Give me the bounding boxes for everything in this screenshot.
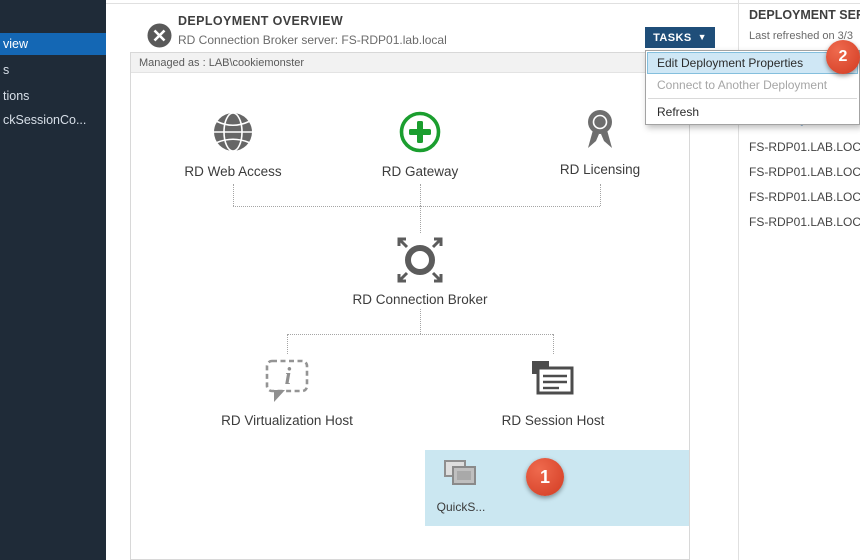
- page-subtitle: RD Connection Broker server: FS-RDP01.la…: [178, 33, 447, 47]
- broker-arrows-icon: [330, 233, 510, 287]
- overview-circle-x-icon: [146, 22, 173, 49]
- menu-item-refresh[interactable]: Refresh: [647, 101, 858, 123]
- sidebar-item-servers[interactable]: s: [0, 60, 106, 80]
- session-host-server-icon: [463, 354, 643, 408]
- node-label: RD Session Host: [463, 413, 643, 428]
- tasks-dropdown-button[interactable]: TASKS ▼: [645, 27, 715, 48]
- connector-line: [420, 309, 421, 334]
- collection-label: QuickS...: [430, 500, 492, 514]
- collection-monitors-icon: [443, 459, 479, 494]
- annotation-badge-1: 1: [526, 458, 564, 496]
- connector-line: [233, 206, 600, 207]
- connector-line: [287, 334, 288, 354]
- server-row[interactable]: FS-RDP01.LAB.LOCAL: [749, 190, 860, 204]
- server-row[interactable]: FS-RDP01.LAB.LOCAL: [749, 215, 860, 229]
- connector-line: [553, 334, 554, 354]
- menu-separator: [648, 98, 857, 99]
- rds-sidebar: view s tions ckSessionCo...: [0, 0, 106, 560]
- chevron-down-icon: ▼: [698, 32, 707, 42]
- dashed-info-box-icon: i: [197, 354, 377, 408]
- node-label: RD Virtualization Host: [197, 413, 377, 428]
- globe-icon: [153, 105, 313, 159]
- menu-item-connect-to-another-deployment[interactable]: Connect to Another Deployment: [647, 74, 858, 96]
- server-manager-rds-overview: view s tions ckSessionCo... DEPLOYMENT O…: [0, 0, 860, 560]
- server-row[interactable]: FS-RDP01.LAB.LOCAL: [749, 140, 860, 154]
- tasks-button-label: TASKS: [653, 32, 691, 44]
- sidebar-item-overview[interactable]: view: [0, 33, 106, 55]
- node-label: RD Gateway: [340, 164, 500, 179]
- node-rd-virtualization-host[interactable]: i RD Virtualization Host: [197, 354, 377, 428]
- green-plus-icon: [340, 105, 500, 159]
- node-rd-session-host[interactable]: RD Session Host: [463, 354, 643, 428]
- annotation-badge-2: 2: [826, 40, 860, 74]
- sidebar-item-quicksessioncollection[interactable]: ckSessionCo...: [0, 110, 106, 130]
- connector-line: [233, 184, 234, 206]
- node-rd-web-access[interactable]: RD Web Access: [153, 105, 313, 179]
- connector-line: [600, 184, 601, 206]
- node-label: RD Connection Broker: [330, 292, 510, 307]
- connector-line: [420, 184, 421, 206]
- server-row[interactable]: FS-RDP01.LAB.LOCAL: [749, 165, 860, 179]
- page-title: DEPLOYMENT OVERVIEW: [178, 14, 343, 28]
- servers-panel-title: DEPLOYMENT SERVERS: [749, 8, 860, 22]
- node-label: RD Licensing: [520, 162, 680, 177]
- node-rd-connection-broker[interactable]: RD Connection Broker: [330, 233, 510, 307]
- node-rd-gateway[interactable]: RD Gateway: [340, 105, 500, 179]
- connector-line: [420, 206, 421, 233]
- managed-as-bar: Managed as : LAB\cookiemonster: [131, 53, 689, 73]
- sidebar-item-collections[interactable]: tions: [0, 86, 106, 106]
- connector-line: [287, 334, 553, 335]
- svg-text:i: i: [285, 364, 292, 390]
- node-label: RD Web Access: [153, 164, 313, 179]
